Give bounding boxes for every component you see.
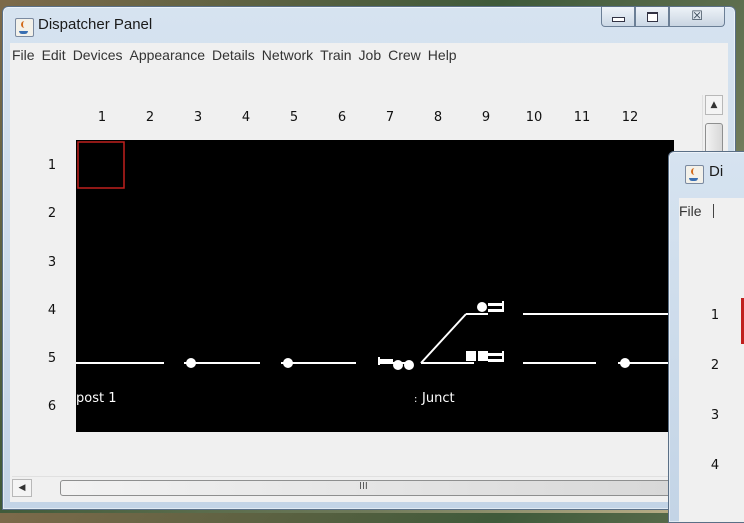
signal-icon [620, 358, 630, 368]
row-header-4: 4 [710, 458, 720, 473]
scroll-up-icon: ▲ [710, 100, 718, 110]
menu-file[interactable]: File [10, 47, 40, 63]
menu-network[interactable]: Network [260, 47, 318, 63]
signal-mast [378, 357, 380, 365]
signal-mast [502, 351, 504, 362]
menu-help[interactable]: Help [426, 47, 462, 63]
signal-icon [404, 360, 414, 370]
column-header-2: 2 [145, 110, 155, 125]
column-header-4: 4 [241, 110, 251, 125]
scroll-up-button[interactable]: ▲ [705, 95, 723, 115]
menu-bar: File Edit Devices Appearance Details Net… [10, 43, 728, 67]
window-title: Dispatcher Panel [38, 16, 153, 33]
close-button[interactable]: ☒ [669, 7, 725, 27]
signal-mast [488, 303, 504, 306]
menu-details[interactable]: Details [210, 47, 260, 63]
signal-mast [488, 309, 504, 312]
window-controls: ☒ [601, 7, 725, 27]
signal-icon [466, 351, 476, 361]
track-diagram: post 1 : Junct [76, 141, 674, 406]
row-header-1: 1 [710, 308, 720, 323]
maximize-button[interactable] [635, 7, 669, 27]
signal-icon [393, 360, 403, 370]
menu-bar-2: File [679, 198, 744, 225]
minimize-icon [611, 16, 625, 22]
scroll-left-icon: ◀ [18, 483, 26, 493]
title-bar[interactable]: Dispatcher Panel ☒ [3, 7, 735, 43]
menu-devices[interactable]: Devices [71, 47, 128, 63]
maximize-icon [646, 11, 658, 22]
column-header-10: 10 [525, 110, 543, 125]
signal-mast [488, 353, 504, 356]
java-app-icon [685, 165, 704, 184]
dispatcher-panel-window: Dispatcher Panel ☒ File Edit Devices App… [2, 6, 736, 510]
row-header-3: 3 [710, 408, 720, 423]
row-header-5: 5 [47, 351, 57, 366]
column-header-3: 3 [193, 110, 203, 125]
column-header-8: 8 [433, 110, 443, 125]
menu-edit[interactable]: Edit [40, 47, 71, 63]
track-panel[interactable]: post 1 : Junct [76, 140, 674, 432]
menu-job[interactable]: Job [357, 47, 387, 63]
column-header-11: 11 [573, 110, 591, 125]
minimize-button[interactable] [601, 7, 635, 27]
signal-icon [478, 351, 488, 361]
dispatcher-panel-window-2: Di File 1 2 3 4 [668, 151, 744, 523]
row-header-3: 3 [47, 255, 57, 270]
close-icon: ☒ [691, 9, 703, 24]
column-header-7: 7 [385, 110, 395, 125]
scroll-grip-icon: III [359, 481, 368, 492]
column-header-1: 1 [97, 110, 107, 125]
row-header-2: 2 [710, 358, 720, 373]
panel-label-junction: Junct [421, 391, 455, 406]
turnout-diverging-track [420, 313, 467, 364]
java-app-icon [15, 18, 34, 37]
column-header-9: 9 [481, 110, 491, 125]
panel-label-marker: : [414, 394, 417, 405]
panel-viewport-2: 1 2 3 4 [679, 224, 744, 522]
row-header-1: 1 [47, 158, 57, 173]
menu-separator [712, 204, 714, 218]
window-title-2: Di [709, 163, 724, 180]
panel-viewport: 1 2 3 4 5 6 7 8 9 10 11 12 1 2 3 4 5 6 p… [10, 66, 728, 502]
horizontal-scrollbar[interactable]: ◀ III [12, 476, 712, 499]
menu-appearance[interactable]: Appearance [127, 47, 210, 63]
row-header-2: 2 [47, 206, 57, 221]
signal-icon [477, 302, 487, 312]
signal-icon [186, 358, 196, 368]
signal-mast [488, 359, 504, 362]
panel-label-post: post 1 [76, 391, 116, 406]
column-header-5: 5 [289, 110, 299, 125]
horizontal-scroll-thumb[interactable]: III [60, 480, 672, 496]
signal-mast [502, 301, 504, 312]
column-header-12: 12 [621, 110, 639, 125]
row-header-4: 4 [47, 303, 57, 318]
scroll-left-button[interactable]: ◀ [12, 479, 32, 497]
menu-train[interactable]: Train [318, 47, 356, 63]
signal-icon [283, 358, 293, 368]
menu-crew[interactable]: Crew [386, 47, 426, 63]
selected-cell-highlight [77, 141, 125, 189]
column-header-6: 6 [337, 110, 347, 125]
signal-mast [378, 359, 393, 362]
row-header-6: 6 [47, 399, 57, 414]
title-bar-2[interactable]: Di [669, 152, 744, 188]
menu-file-2[interactable]: File [679, 203, 707, 219]
